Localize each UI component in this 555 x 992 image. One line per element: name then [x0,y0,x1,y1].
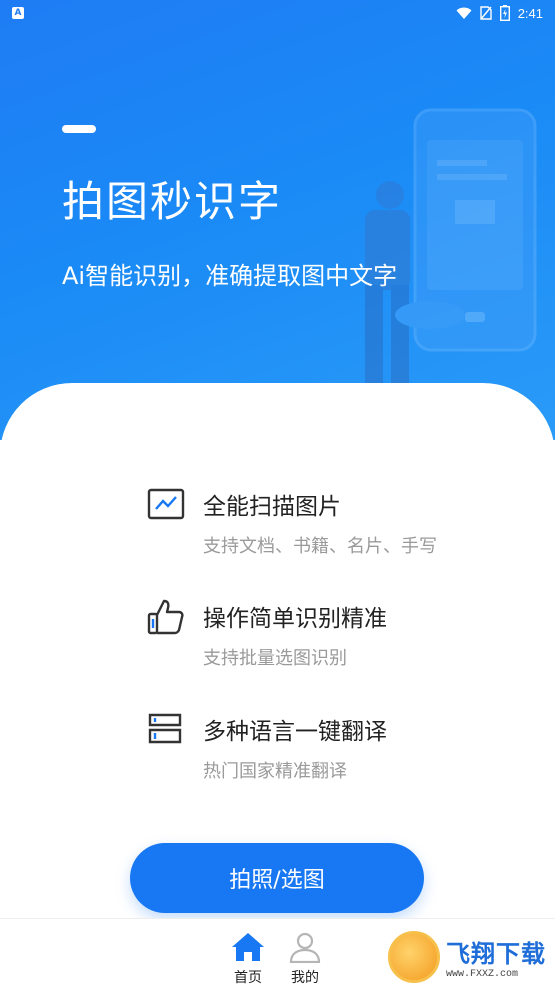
hero-banner: A 2:41 拍图秒识字 Ai智能识别，准确提取图中文字 [0,0,555,440]
wifi-icon [456,7,472,19]
no-sim-icon [479,6,492,20]
hero-accent-bar [62,125,96,133]
feature-title: 全能扫描图片 [203,494,341,520]
thumbs-up-icon [147,599,184,635]
feature-title: 操作简单识别精准 [203,606,387,632]
feature-title: 多种语言一键翻译 [203,719,387,745]
status-time: 2:41 [517,5,543,21]
user-icon [289,932,321,963]
battery-icon [499,5,510,21]
feature-description: 支持批量选图识别 [203,648,347,669]
translate-icon [148,713,182,744]
feature-description: 支持文档、书籍、名片、手写 [203,536,437,557]
watermark-logo: 飞翔下载 www.FXXZ.com [388,928,548,986]
tab-profile[interactable]: 我的 [275,931,335,987]
watermark-emblem [388,931,440,983]
tab-home[interactable]: 首页 [218,931,278,987]
watermark-title: 飞翔下载 [446,940,546,968]
tab-profile-label: 我的 [291,970,319,986]
hero-subtitle: Ai智能识别，准确提取图中文字 [62,262,398,290]
status-bar: A 2:41 [0,0,555,26]
image-chart-icon [147,488,185,520]
watermark-url: www.FXXZ.com [446,969,519,980]
take-photo-button[interactable]: 拍照/选图 [130,843,424,913]
hero-title: 拍图秒识字 [62,177,283,226]
home-icon [232,933,264,961]
hero-illustration [365,108,537,385]
app-notification-icon: A [12,7,24,19]
tab-home-label: 首页 [234,970,262,986]
feature-description: 热门国家精准翻译 [203,761,347,782]
